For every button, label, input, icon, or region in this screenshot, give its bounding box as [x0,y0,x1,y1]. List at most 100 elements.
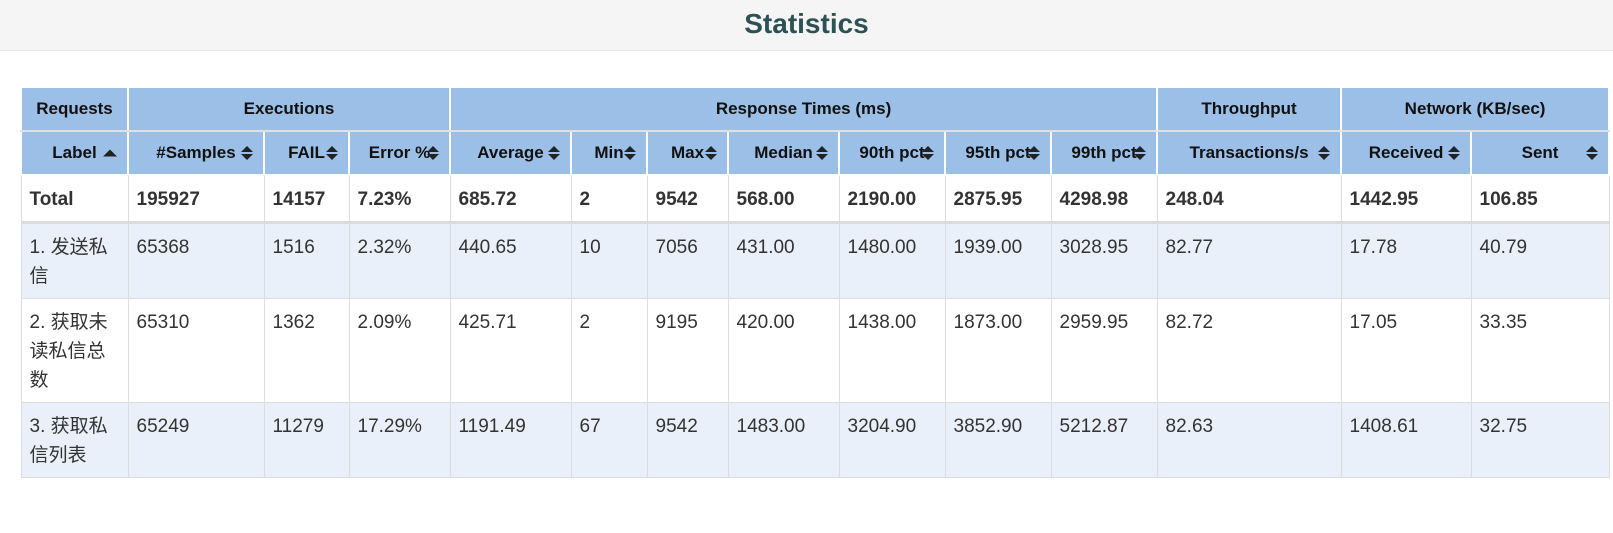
page-title: Statistics [744,8,869,39]
column-header-label: Transactions/s [1189,143,1309,162]
table-row: 1. 发送私信 65368 1516 2.32% 440.65 10 7056 431.00 1… [20,222,1610,299]
column-header-transactions-s[interactable]: Transactions/s [1156,131,1343,176]
cell-average: 440.65 [449,222,572,299]
cell-received: 1442.95 [1340,174,1472,224]
cell-samples: 65310 [127,298,265,403]
sort-icon [624,146,636,160]
cell-fail: 1362 [263,298,350,403]
cell-95th-pct: 1873.00 [944,298,1052,403]
sort-icon [1028,146,1040,160]
sort-icon [816,146,828,160]
column-group-row: Requests Executions Response Times (ms) … [20,88,1611,132]
cell-max: 7056 [646,222,729,299]
group-header-requests: Requests [20,88,129,132]
column-header-median[interactable]: Median [727,131,840,176]
cell-min: 10 [570,222,648,299]
table-row: 3. 获取私信列表 65249 11279 17.29% 1191.49 67 9542 14… [20,402,1610,478]
cell-fail: 1516 [263,222,350,299]
cell-sent: 33.35 [1470,298,1610,403]
column-header-sent[interactable]: Sent [1470,131,1611,176]
cell-sent: 32.75 [1470,402,1610,478]
column-header-row: Label #Samples FAIL Error % Average Min Max Med… [20,131,1611,176]
cell-median: 431.00 [727,222,840,299]
cell-samples: 65249 [127,402,265,478]
column-header-min[interactable]: Min [570,131,648,176]
column-header-label: #Samples [156,143,236,162]
cell-max: 9195 [646,298,729,403]
column-header-received[interactable]: Received [1340,131,1473,176]
cell-95th-pct: 3852.90 [944,402,1052,478]
cell-label: 3. 获取私信列表 [20,402,129,478]
cell-transactions-s: 248.04 [1156,174,1342,224]
cell-average: 685.72 [449,174,572,224]
column-header-label: Average [477,143,544,162]
group-header-throughput: Throughput [1156,88,1343,132]
group-header-response-times: Response Times (ms) [448,88,1159,132]
sort-icon [705,146,717,160]
cell-error: 2.32% [348,222,451,299]
column-header-label: Sent [1521,143,1559,162]
column-header-label[interactable]: Label [20,131,129,176]
cell-90th-pct: 1480.00 [838,222,946,299]
cell-received: 17.05 [1340,298,1472,403]
sort-icon [1448,146,1461,160]
sort-icon [1586,146,1599,160]
column-header-90th-pct[interactable]: 90th pct [838,131,946,176]
cell-99th-pct: 3028.95 [1050,222,1158,299]
cell-sent: 40.79 [1470,222,1610,299]
cell-99th-pct: 2959.95 [1050,298,1158,403]
cell-samples: 195927 [127,174,265,224]
sort-icon [548,146,560,160]
column-header-label: Received [1368,143,1444,162]
table-body: Total 195927 14157 7.23% 685.72 2 9542 568.00 21… [20,174,1610,478]
sort-ascending-icon [103,149,117,157]
column-header-95th-pct[interactable]: 95th pct [944,131,1052,176]
cell-received: 1408.61 [1340,402,1472,478]
cell-median: 568.00 [727,174,840,224]
cell-median: 1483.00 [727,402,840,478]
cell-sent: 106.85 [1470,174,1610,224]
sort-icon [427,146,439,160]
column-header-fail[interactable]: FAIL [263,131,350,176]
sort-icon [922,146,934,160]
cell-95th-pct: 2875.95 [944,174,1052,224]
cell-transactions-s: 82.63 [1156,402,1342,478]
sort-icon [1318,146,1331,160]
cell-average: 1191.49 [449,402,572,478]
cell-received: 17.78 [1340,222,1472,299]
column-header-max[interactable]: Max [646,131,729,176]
column-header-average[interactable]: Average [449,131,572,176]
cell-max: 9542 [646,174,729,224]
cell-95th-pct: 1939.00 [944,222,1052,299]
cell-transactions-s: 82.72 [1156,298,1342,403]
cell-max: 9542 [646,402,729,478]
cell-samples: 65368 [127,222,265,299]
sort-icon [1134,146,1147,160]
group-header-network: Network (KB/sec) [1340,88,1611,132]
cell-fail: 11279 [263,402,350,478]
sort-icon [241,146,253,160]
sort-icon [326,146,338,160]
column-header-99th-pct[interactable]: 99th pct [1049,131,1159,176]
group-header-executions: Executions [127,88,451,132]
cell-error: 7.23% [348,174,451,224]
cell-transactions-s: 82.77 [1156,222,1342,299]
statistics-table-container: Requests Executions Response Times (ms) … [20,88,1611,478]
statistics-table: Requests Executions Response Times (ms) … [20,88,1611,478]
column-header-error[interactable]: Error % [348,131,451,176]
cell-median: 420.00 [727,298,840,403]
cell-90th-pct: 2190.00 [838,174,946,224]
cell-label: 2. 获取未读私信总数 [20,298,129,403]
cell-min: 2 [570,174,648,224]
cell-min: 2 [570,298,648,403]
cell-label: Total [20,174,129,224]
total-row: Total 195927 14157 7.23% 685.72 2 9542 568.00 21… [20,174,1610,224]
column-header-samples[interactable]: #Samples [127,131,265,176]
cell-99th-pct: 5212.87 [1050,402,1158,478]
table-row: 2. 获取未读私信总数 65310 1362 2.09% 425.71 2 9195 420.… [20,298,1610,403]
cell-error: 17.29% [348,402,451,478]
cell-fail: 14157 [263,174,350,224]
cell-error: 2.09% [348,298,451,403]
cell-average: 425.71 [449,298,572,403]
cell-label: 1. 发送私信 [20,222,129,299]
